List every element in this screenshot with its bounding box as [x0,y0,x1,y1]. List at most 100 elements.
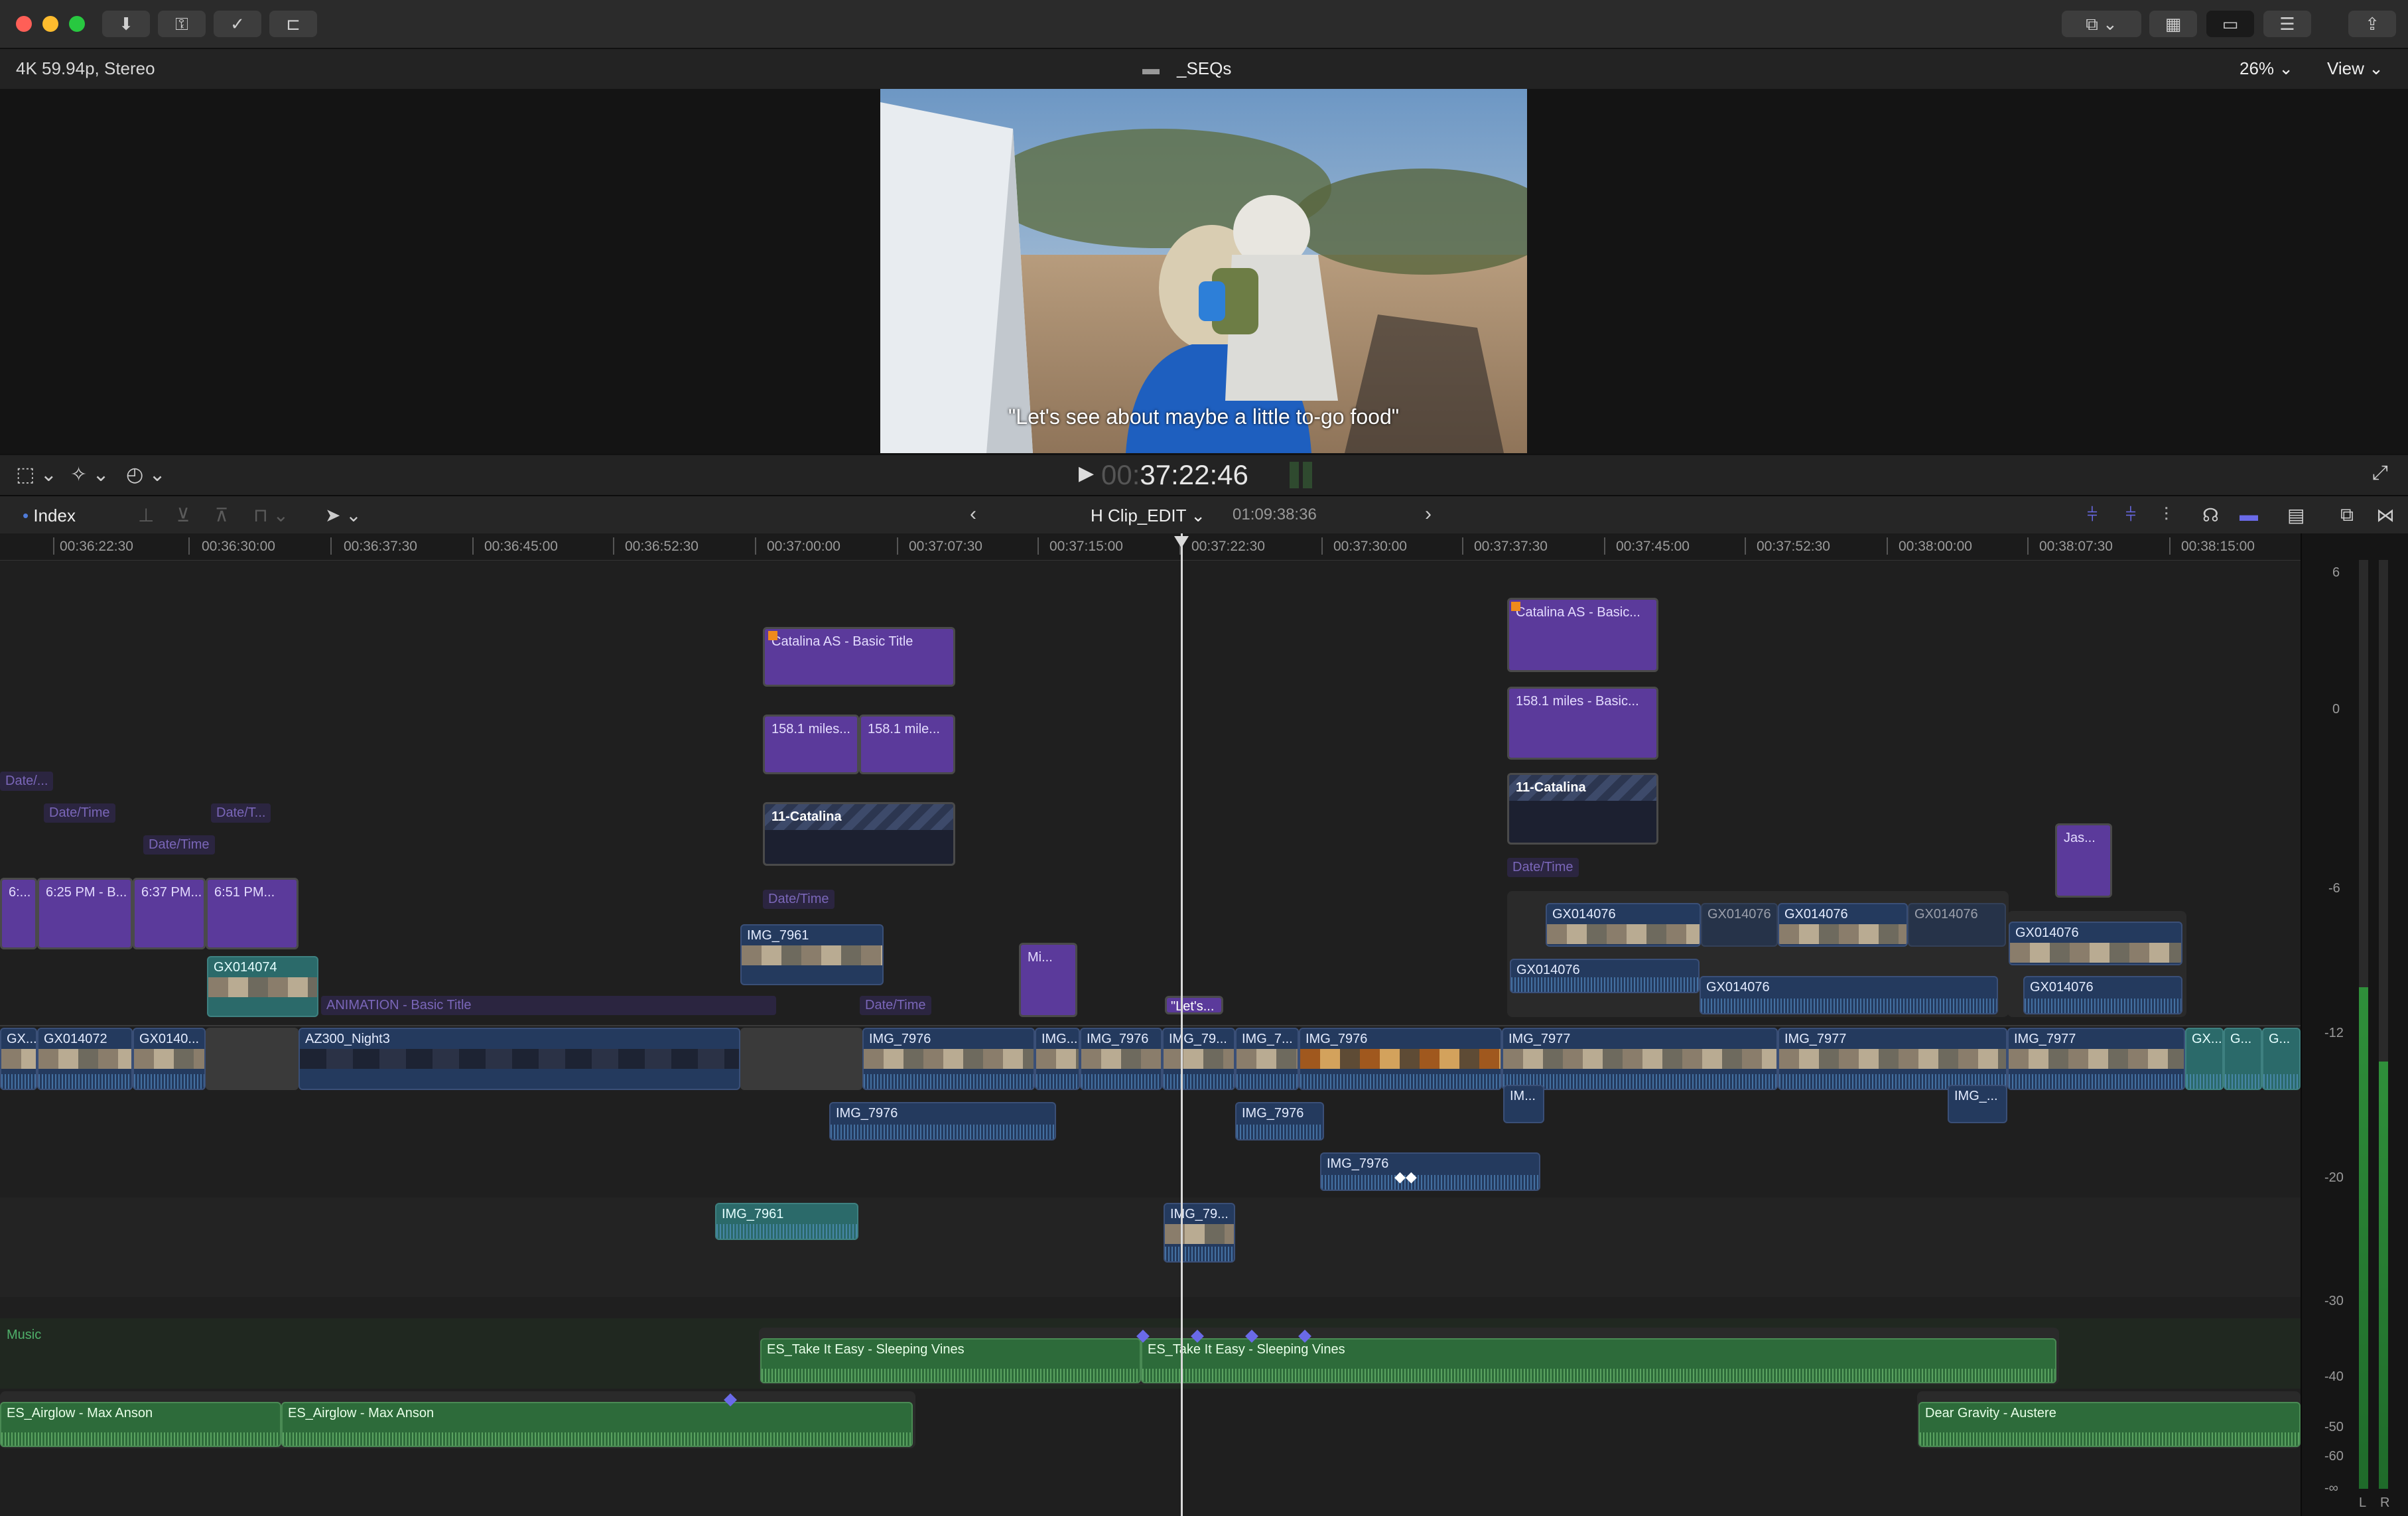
disabled-title-clip[interactable]: Date/Time [143,835,215,855]
audio-clip[interactable]: IM... [1503,1085,1544,1123]
animation-title-clip[interactable]: 11-Catalina [1507,773,1658,845]
enhancements-menu[interactable]: ✧ ⌄ [70,463,109,486]
import-button[interactable]: ⬇ [102,11,150,37]
timecode-display[interactable]: 00:37:22:46 [1101,459,1248,491]
video-clip[interactable]: GX014076 [1908,903,2006,947]
clip-appearance-button[interactable]: ▤ [2287,504,2305,526]
share-button[interactable]: ⇪ [2348,11,2396,37]
primary-clip[interactable]: IMG_7976 [1299,1028,1502,1090]
audio-clip[interactable]: IMG_... [1948,1085,2007,1123]
title-clip[interactable]: Catalina AS - Basic... [1507,598,1658,672]
primary-clip[interactable]: GX014072 [37,1028,133,1090]
title-clip[interactable]: Catalina AS - Basic Title [763,627,955,687]
minimize-window-button[interactable] [42,16,58,32]
primary-clip[interactable]: IMG_7976 [1080,1028,1162,1090]
snapping-button[interactable]: ▬ [2240,504,2258,525]
video-clip[interactable]: IMG_79... [1164,1203,1235,1263]
primary-clip[interactable]: IMG_7977 [1502,1028,1778,1090]
disabled-title-clip[interactable]: Date/Time [1507,858,1579,877]
video-clip[interactable]: IMG_7961 [715,1203,858,1240]
keyframe-icon[interactable]: ◆◆ [1394,1168,1417,1186]
video-clip[interactable]: GX014074 [207,956,318,1017]
audio-clip[interactable]: GX014076 [2023,976,2182,1014]
disabled-title-clip[interactable]: Date/... [0,772,54,791]
audio-skimming-button[interactable]: ⫩ [2125,504,2136,526]
history-forward-button[interactable]: › [1425,503,1432,525]
background-tasks-button[interactable]: ✓ [214,11,261,37]
video-clip[interactable]: IMG_7961 [740,924,884,985]
workspace-menu-button[interactable]: ⧉ ⌄ [2062,11,2141,37]
title-clip[interactable]: 158.1 mile... [859,715,955,774]
browser-toggle-button[interactable]: ▦ [2149,11,2197,37]
disabled-title-clip[interactable]: Date/Time [763,890,835,909]
fullscreen-button[interactable]: ⤢ [2372,462,2388,484]
timeline-toggle-button[interactable]: ▭ [2206,11,2254,37]
timeline[interactable]: Catalina AS - Basic Title 158.1 miles...… [0,561,2301,1516]
primary-clip[interactable]: G... [2262,1028,2301,1090]
title-clip[interactable]: 6:25 PM - B... [37,878,133,949]
view-menu[interactable]: View ⌄ [2327,58,2383,79]
animation-title-clip[interactable]: 11-Catalina [763,802,955,866]
video-frame[interactable]: "Let's see about maybe a little to-go fo… [880,89,1527,453]
primary-clip[interactable]: IMG... [1035,1028,1080,1090]
audio-clip[interactable]: IMG_7976 [829,1102,1056,1140]
effects-browser-button[interactable]: ⧉ [2340,504,2354,526]
music-clip[interactable]: ES_Airglow - Max Anson [0,1402,281,1447]
marker-icon[interactable] [768,631,777,640]
zoom-menu[interactable]: 26% ⌄ [2240,58,2293,79]
timeline-ruler[interactable]: 00:36:22:30 00:36:30:00 00:36:37:30 00:3… [0,533,2301,561]
title-clip[interactable]: 158.1 miles - Basic... [1507,687,1658,760]
audio-clip[interactable]: IMG_7976 [1235,1102,1324,1140]
primary-clip[interactable]: IMG_7977 [2007,1028,2185,1090]
audio-clip[interactable]: GX014076 [1700,976,1998,1014]
audio-clip[interactable]: IMG_7976 [1320,1152,1540,1191]
share-library-button[interactable]: ⊏ [269,11,317,37]
music-clip[interactable]: ES_Take It Easy - Sleeping Vines [1141,1338,2056,1383]
transitions-browser-button[interactable]: ⋈ [2376,504,2395,526]
primary-clip[interactable]: GX... [0,1028,37,1090]
gap-clip[interactable] [206,1028,299,1090]
title-clip[interactable]: 6:... [0,878,37,949]
title-clip[interactable]: Jas... [2055,823,2112,898]
sequence-menu[interactable]: H Clip_EDIT ⌄ [1091,506,1205,526]
primary-clip[interactable]: IMG_79... [1162,1028,1235,1090]
play-button[interactable]: ▶ [1079,462,1094,485]
disabled-title-clip[interactable]: Date/Time [860,996,931,1015]
caption-clip[interactable]: "Let's... [1165,996,1223,1014]
video-clip[interactable]: GX014076 [1546,903,1701,947]
primary-clip[interactable]: GX... [2185,1028,2224,1090]
marker-icon[interactable] [1511,602,1520,611]
zoom-window-button[interactable] [69,16,85,32]
timeline-index-button[interactable]: • Index [23,506,76,526]
primary-clip[interactable]: IMG_7976 [862,1028,1035,1090]
primary-clip[interactable]: AZ300_Night3 [299,1028,740,1090]
video-clip[interactable]: GX014076 [1778,903,1908,947]
primary-clip[interactable]: GX0140... [133,1028,206,1090]
connect-clip-button[interactable]: ⊥ [138,504,154,526]
history-back-button[interactable]: ‹ [970,503,976,525]
retime-menu[interactable]: ◴ ⌄ [126,463,166,486]
disabled-title-clip[interactable]: Date/T... [211,803,271,823]
transform-tool-menu[interactable]: ⬚ ⌄ [16,463,57,486]
skimming-button[interactable]: ⫩ [2087,504,2098,526]
title-clip[interactable]: 158.1 miles... [763,715,859,774]
audio-clip[interactable]: GX014076 [1510,959,1700,993]
title-clip[interactable]: 6:51 PM... [206,878,299,949]
gap-clip[interactable] [740,1028,862,1090]
music-clip[interactable]: ES_Airglow - Max Anson [281,1402,913,1447]
close-window-button[interactable] [16,16,32,32]
inspector-toggle-button[interactable]: ☰ [2263,11,2311,37]
primary-clip[interactable]: IMG_7977 [1778,1028,2007,1090]
tool-menu[interactable]: ➤ ⌄ [325,504,362,526]
playhead[interactable] [1181,533,1183,1516]
waveform-button[interactable]: ⫶ [2164,504,2169,526]
overwrite-clip-menu[interactable]: ⊓ ⌄ [253,504,289,526]
insert-clip-button[interactable]: ⊻ [176,504,190,526]
video-clip[interactable]: GX014076 [2009,922,2182,965]
video-clip[interactable]: GX014076 [1701,903,1778,947]
primary-clip[interactable]: G... [2224,1028,2262,1090]
append-clip-button[interactable]: ⊼ [215,504,229,526]
music-clip[interactable]: ES_Take It Easy - Sleeping Vines [760,1338,1141,1383]
title-clip[interactable]: 6:37 PM... [133,878,206,949]
primary-clip[interactable]: IMG_7... [1235,1028,1299,1090]
